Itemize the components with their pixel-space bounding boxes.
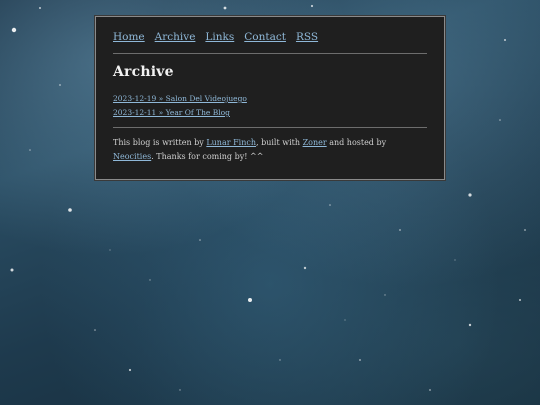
footer-author-link[interactable]: Lunar Finch [206,138,256,147]
footer-text: and hosted by [326,138,387,147]
footer-text: , built with [256,138,303,147]
divider-bottom [113,127,427,128]
nav-link-rss[interactable]: RSS [296,31,318,43]
content-panel: Home Archive Links Contact RSS Archive 2… [95,16,445,180]
site-footer: This blog is written by Lunar Finch, bui… [113,136,427,164]
divider-top [113,53,427,54]
footer-text: This blog is written by [113,138,207,147]
nav-link-archive[interactable]: Archive [155,31,196,43]
footer-host-link[interactable]: Neocities [113,152,151,161]
archive-post-link[interactable]: 2023-12-11 » Year Of The Blog [113,106,427,120]
nav-link-home[interactable]: Home [113,31,145,43]
page-title: Archive [113,64,174,80]
archive-post-link[interactable]: 2023-12-19 » Salon Del Videojuego [113,92,427,106]
footer-builder-link[interactable]: Zoner [303,138,327,147]
top-navigation: Home Archive Links Contact RSS [113,29,427,45]
nav-link-links[interactable]: Links [205,31,234,43]
footer-text: . Thanks for coming by! ^^ [151,152,264,161]
nav-link-contact[interactable]: Contact [244,31,286,43]
archive-post-list: 2023-12-19 » Salon Del Videojuego 2023-1… [113,92,427,120]
